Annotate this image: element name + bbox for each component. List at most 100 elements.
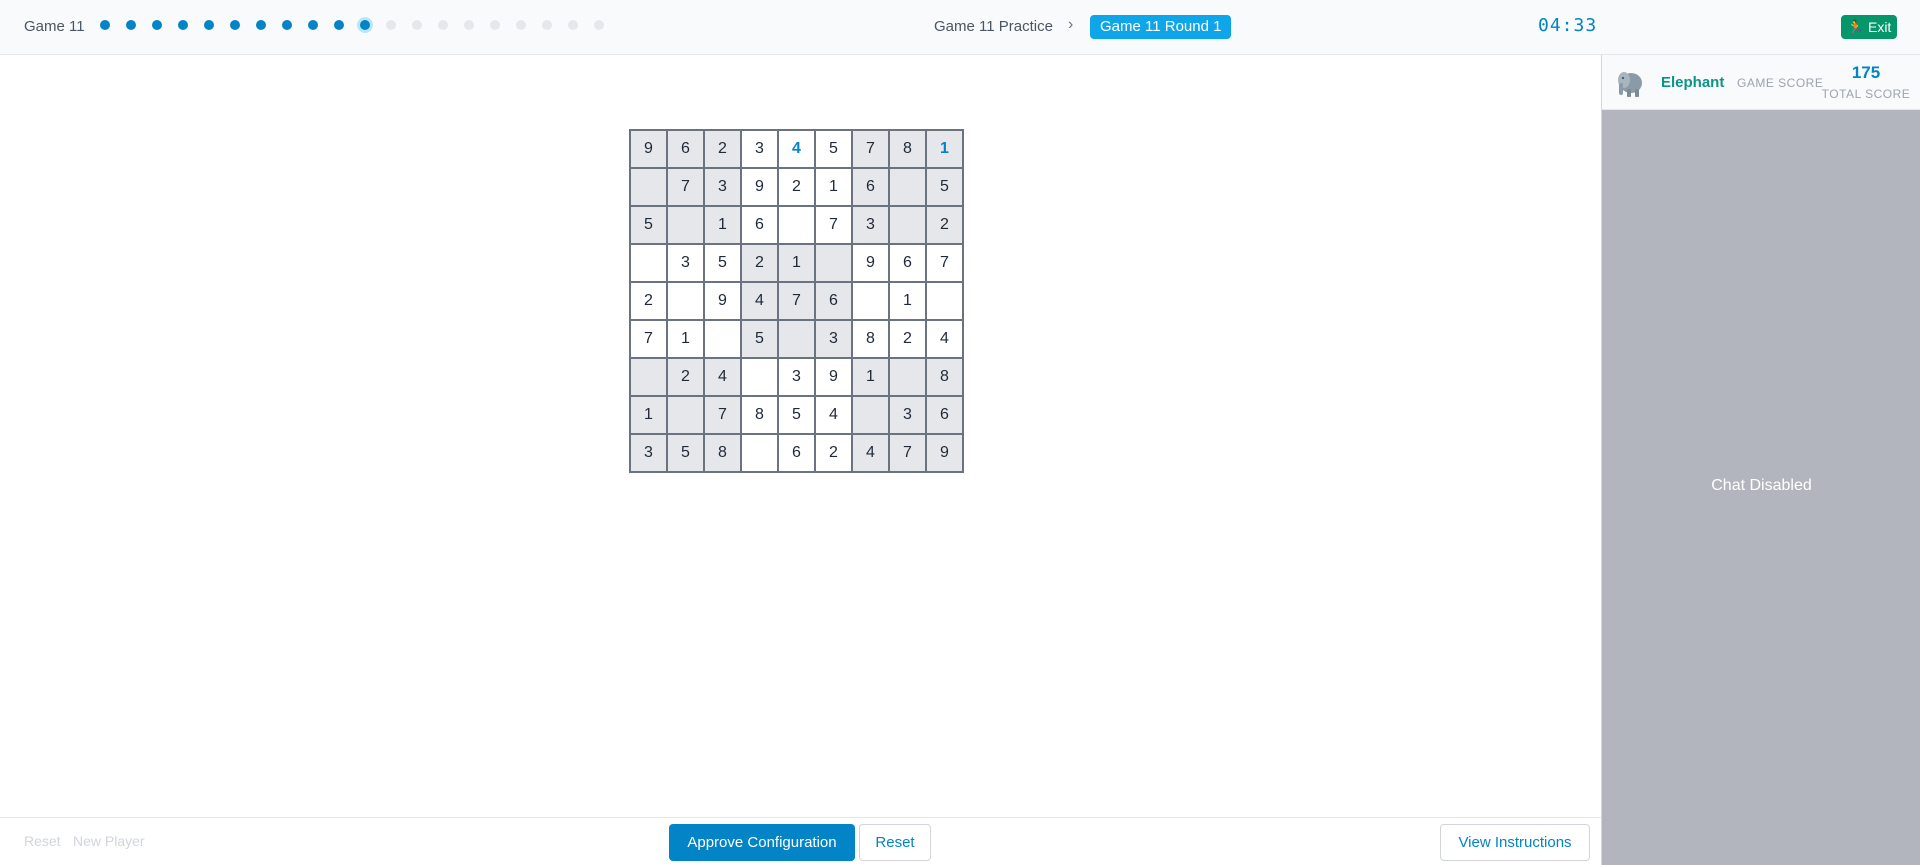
chevron-right-icon: › [1068, 16, 1074, 33]
sudoku-cell[interactable]: 2 [815, 434, 852, 472]
sudoku-cell[interactable]: 1 [778, 244, 815, 282]
sudoku-cell[interactable]: 9 [630, 130, 667, 168]
sudoku-cell[interactable] [630, 244, 667, 282]
sudoku-cell[interactable]: 3 [815, 320, 852, 358]
sudoku-cell[interactable] [630, 358, 667, 396]
exit-button[interactable]: 🏃 Exit [1841, 15, 1897, 39]
view-instructions-button[interactable]: View Instructions [1440, 824, 1590, 861]
sudoku-cell[interactable]: 6 [667, 130, 704, 168]
footer-bar: Reset New Player Approve Configuration R… [0, 817, 1601, 865]
sudoku-cell[interactable]: 5 [667, 434, 704, 472]
sudoku-cell[interactable]: 5 [926, 168, 963, 206]
sudoku-cell[interactable]: 8 [852, 320, 889, 358]
sudoku-cell[interactable]: 1 [630, 396, 667, 434]
sudoku-cell[interactable]: 6 [926, 396, 963, 434]
sudoku-cell[interactable]: 9 [704, 282, 741, 320]
sudoku-cell[interactable]: 7 [704, 396, 741, 434]
sudoku-cell[interactable] [852, 282, 889, 320]
progress-dot-done [308, 20, 318, 30]
sudoku-cell[interactable]: 5 [630, 206, 667, 244]
sudoku-cell[interactable]: 3 [630, 434, 667, 472]
sudoku-cell[interactable] [704, 320, 741, 358]
sudoku-cell[interactable]: 1 [889, 282, 926, 320]
breadcrumb-parent[interactable]: Game 11 Practice [934, 18, 1053, 35]
sudoku-cell[interactable]: 2 [778, 168, 815, 206]
sudoku-cell[interactable]: 8 [926, 358, 963, 396]
sudoku-cell[interactable]: 8 [741, 396, 778, 434]
sudoku-cell[interactable]: 2 [704, 130, 741, 168]
sudoku-cell[interactable]: 8 [889, 130, 926, 168]
progress-dot-pending [542, 20, 552, 30]
sudoku-cell[interactable]: 3 [741, 130, 778, 168]
sudoku-cell[interactable]: 6 [852, 168, 889, 206]
sudoku-cell[interactable]: 3 [667, 244, 704, 282]
sudoku-cell[interactable] [741, 358, 778, 396]
running-person-icon: 🏃 [1846, 19, 1865, 35]
sudoku-cell[interactable]: 2 [667, 358, 704, 396]
sudoku-cell[interactable] [667, 282, 704, 320]
sudoku-cell[interactable]: 6 [815, 282, 852, 320]
sudoku-cell[interactable]: 7 [889, 434, 926, 472]
sudoku-cell[interactable]: 6 [741, 206, 778, 244]
sudoku-cell[interactable]: 4 [926, 320, 963, 358]
sudoku-cell[interactable]: 7 [852, 130, 889, 168]
sudoku-cell[interactable]: 4 [741, 282, 778, 320]
sudoku-cell[interactable] [778, 206, 815, 244]
sudoku-cell[interactable]: 7 [926, 244, 963, 282]
sudoku-cell[interactable]: 3 [778, 358, 815, 396]
sudoku-cell[interactable] [667, 396, 704, 434]
sudoku-cell[interactable]: 2 [889, 320, 926, 358]
sudoku-cell[interactable]: 9 [926, 434, 963, 472]
sudoku-cell[interactable]: 2 [926, 206, 963, 244]
sudoku-cell[interactable] [667, 206, 704, 244]
reset-button[interactable]: Reset [859, 824, 931, 861]
sudoku-cell[interactable] [926, 282, 963, 320]
progress-dot-pending [594, 20, 604, 30]
sudoku-cell[interactable]: 1 [852, 358, 889, 396]
sudoku-cell[interactable] [889, 168, 926, 206]
sudoku-cell[interactable]: 1 [704, 206, 741, 244]
sudoku-cell[interactable]: 3 [704, 168, 741, 206]
sudoku-cell[interactable]: 7 [815, 206, 852, 244]
sudoku-cell[interactable] [889, 206, 926, 244]
sudoku-cell[interactable]: 5 [815, 130, 852, 168]
reset-link[interactable]: Reset [24, 833, 61, 849]
sudoku-cell[interactable]: 7 [667, 168, 704, 206]
total-score-label: TOTAL SCORE [1821, 87, 1911, 101]
sudoku-cell[interactable]: 9 [852, 244, 889, 282]
progress-dots [100, 20, 620, 30]
sudoku-cell[interactable]: 2 [741, 244, 778, 282]
sudoku-cell[interactable] [852, 396, 889, 434]
sudoku-cell[interactable]: 3 [889, 396, 926, 434]
sudoku-cell[interactable]: 5 [704, 244, 741, 282]
sudoku-cell[interactable]: 4 [704, 358, 741, 396]
sudoku-cell[interactable]: 1 [815, 168, 852, 206]
player-info: Elephant GAME SCORE 175 TOTAL SCORE [1602, 55, 1920, 110]
approve-configuration-button[interactable]: Approve Configuration [669, 824, 855, 861]
sudoku-cell[interactable]: 2 [630, 282, 667, 320]
sudoku-cell[interactable] [630, 168, 667, 206]
sudoku-cell[interactable]: 4 [778, 130, 815, 168]
sudoku-cell[interactable]: 4 [815, 396, 852, 434]
sudoku-cell[interactable]: 9 [815, 358, 852, 396]
sudoku-cell[interactable]: 4 [852, 434, 889, 472]
sudoku-cell[interactable]: 7 [630, 320, 667, 358]
sudoku-cell[interactable] [778, 320, 815, 358]
sudoku-cell[interactable]: 5 [741, 320, 778, 358]
new-player-link[interactable]: New Player [73, 833, 145, 849]
sudoku-cell[interactable]: 6 [889, 244, 926, 282]
sudoku-cell[interactable]: 8 [704, 434, 741, 472]
sudoku-cell[interactable]: 9 [741, 168, 778, 206]
sudoku-cell[interactable] [815, 244, 852, 282]
sudoku-cell[interactable]: 1 [926, 130, 963, 168]
sudoku-cell[interactable] [741, 434, 778, 472]
chat-status: Chat Disabled [1711, 477, 1812, 494]
sudoku-cell[interactable]: 3 [852, 206, 889, 244]
game-area: 9623457817392165516732352196729476171538… [0, 55, 1601, 817]
sudoku-cell[interactable]: 7 [778, 282, 815, 320]
sudoku-cell[interactable] [889, 358, 926, 396]
progress-dot-pending [412, 20, 422, 30]
sudoku-cell[interactable]: 1 [667, 320, 704, 358]
sudoku-cell[interactable]: 6 [778, 434, 815, 472]
sudoku-cell[interactable]: 5 [778, 396, 815, 434]
